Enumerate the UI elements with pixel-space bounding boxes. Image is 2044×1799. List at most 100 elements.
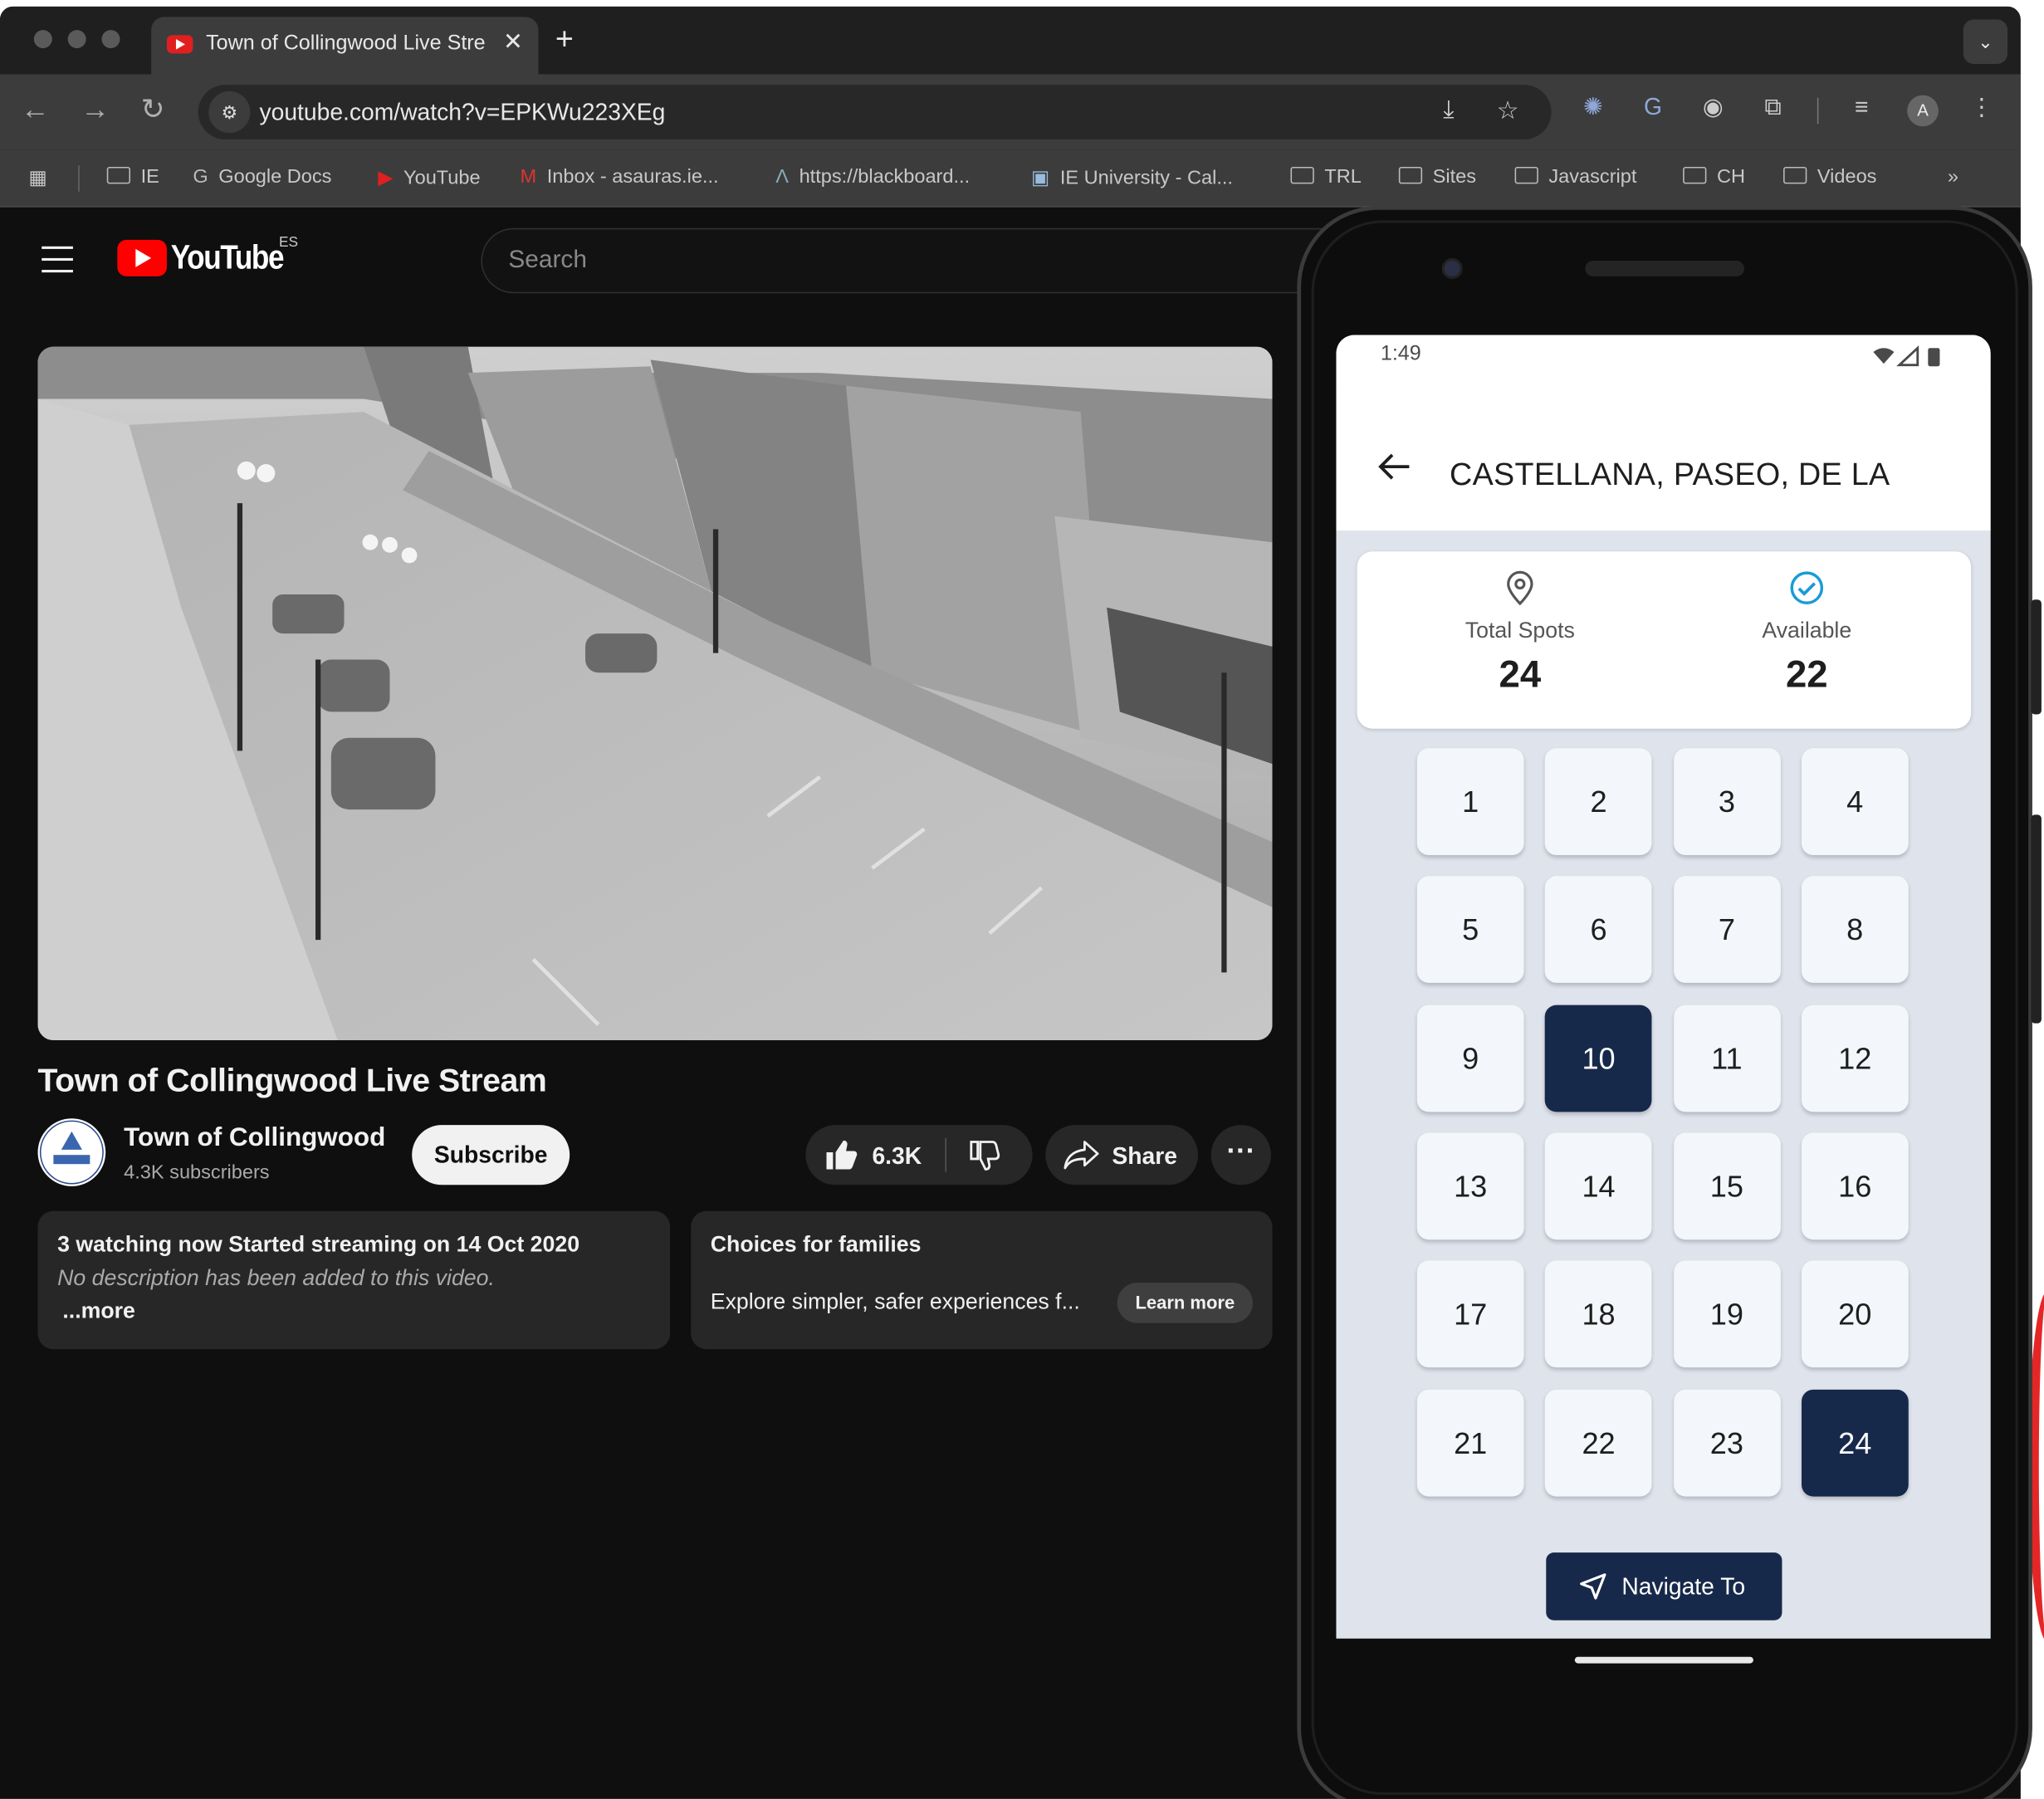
description-box[interactable]: 3 watching now Started streaming on 14 O… xyxy=(37,1210,671,1350)
bookmark-blackboard[interactable]: Λhttps://blackboard... xyxy=(775,165,970,188)
available-spots-stat: Available 22 xyxy=(1703,570,1911,697)
bookmark-videos[interactable]: Videos xyxy=(1783,165,1876,188)
more-actions-icon[interactable]: ··· xyxy=(1210,1125,1271,1185)
bookmarks-bar: ▦ IE G Google Docs ▶ YouTube M Inbox - asau… xyxy=(0,149,2021,208)
youtube-logo-text[interactable]: YouTube xyxy=(171,237,285,278)
parking-spot-7[interactable]: 7 xyxy=(1673,876,1781,984)
site-info-icon[interactable]: ⚙ xyxy=(208,90,251,134)
subscribe-button[interactable]: Subscribe xyxy=(412,1125,570,1185)
like-icon[interactable] xyxy=(824,1139,858,1171)
navigate-to-button[interactable]: Navigate To xyxy=(1546,1552,1782,1621)
close-window-button[interactable] xyxy=(33,30,52,49)
parking-spot-20[interactable]: 20 xyxy=(1801,1260,1909,1368)
parking-spot-8[interactable]: 8 xyxy=(1801,876,1909,984)
total-spots-stat: Total Spots 24 xyxy=(1416,570,1624,697)
extension-icon[interactable]: ✺ xyxy=(1577,94,1609,125)
parking-spot-12[interactable]: 12 xyxy=(1801,1004,1909,1112)
parking-spot-23[interactable]: 23 xyxy=(1673,1389,1781,1496)
youtube-icon xyxy=(166,35,193,54)
video-title: Town of Collingwood Live Stream xyxy=(37,1062,547,1099)
bookmark-youtube[interactable]: ▶ YouTube xyxy=(378,165,480,189)
parking-spot-5[interactable]: 5 xyxy=(1416,876,1524,984)
parking-spot-16[interactable]: 16 xyxy=(1801,1132,1909,1240)
parking-spot-6[interactable]: 6 xyxy=(1545,876,1652,984)
parking-spot-21[interactable]: 21 xyxy=(1416,1389,1524,1496)
learn-more-button[interactable]: Learn more xyxy=(1117,1283,1253,1323)
volume-button[interactable] xyxy=(2031,814,2042,1024)
search-input[interactable]: Search xyxy=(481,227,1420,294)
folder-icon xyxy=(1783,166,1807,184)
parking-spot-3[interactable]: 3 xyxy=(1673,748,1781,856)
browser-menu-icon[interactable]: ⋮ xyxy=(1966,94,1998,125)
bookmark-ch[interactable]: CH xyxy=(1683,165,1745,188)
url-text[interactable]: youtube.com/watch?v=EPKWu223XEg xyxy=(259,99,665,126)
folder-icon xyxy=(1514,166,1538,184)
parking-spot-19[interactable]: 19 xyxy=(1673,1260,1781,1368)
parking-spot-4[interactable]: 4 xyxy=(1801,748,1909,856)
parking-spot-24[interactable]: 24 xyxy=(1801,1389,1909,1496)
maximize-window-button[interactable] xyxy=(101,30,120,49)
stream-stats: 3 watching now Started streaming on 14 O… xyxy=(57,1231,580,1257)
home-indicator[interactable] xyxy=(1574,1656,1753,1664)
parking-spot-10[interactable]: 10 xyxy=(1545,1004,1652,1112)
menu-icon[interactable] xyxy=(42,246,73,281)
channel-avatar[interactable] xyxy=(37,1118,106,1186)
parking-spot-9[interactable]: 9 xyxy=(1416,1004,1524,1112)
back-arrow-icon[interactable] xyxy=(1378,452,1412,482)
parking-spot-2[interactable]: 2 xyxy=(1545,748,1652,856)
parking-spot-1[interactable]: 1 xyxy=(1416,748,1524,856)
profile-avatar[interactable]: A xyxy=(1907,95,1939,127)
media-queue-icon[interactable]: ≡ xyxy=(1846,94,1877,125)
parking-spot-22[interactable]: 22 xyxy=(1545,1389,1652,1496)
extension-icon[interactable]: ◉ xyxy=(1697,94,1729,125)
bookmark-google-docs[interactable]: G Google Docs xyxy=(193,165,331,188)
bookmark-javascript[interactable]: Javascript xyxy=(1514,165,1636,188)
power-button[interactable] xyxy=(2031,599,2042,715)
address-bar[interactable]: ⚙ youtube.com/watch?v=EPKWu223XEg ⤓ ☆ xyxy=(198,85,1552,140)
navigate-label: Navigate To xyxy=(1621,1573,1746,1600)
tab-bar: Town of Collingwood Live Stream ✕ + ⌄ xyxy=(0,6,2021,75)
bookmark-star-icon[interactable]: ☆ xyxy=(1497,96,1519,126)
folder-icon xyxy=(1683,166,1707,184)
youtube-icon: ▶ xyxy=(378,166,394,189)
bookmark-inbox[interactable]: M Inbox - asauras.ie... xyxy=(521,165,719,188)
browser-tab[interactable]: Town of Collingwood Live Stream ✕ xyxy=(151,17,539,75)
bookmark-ie-university[interactable]: ▣ IE University - Cal... xyxy=(1031,165,1233,189)
bookmark-trl[interactable]: TRL xyxy=(1290,165,1362,188)
parking-spot-11[interactable]: 11 xyxy=(1673,1004,1781,1112)
close-tab-icon[interactable]: ✕ xyxy=(503,29,523,56)
back-icon[interactable]: ← xyxy=(21,92,50,126)
browser-toolbar: ← → ↻ ⚙ youtube.com/watch?v=EPKWu223XEg … xyxy=(0,74,2021,150)
parking-spot-17[interactable]: 17 xyxy=(1416,1260,1524,1368)
toolbar-divider xyxy=(1817,97,1819,125)
minimize-window-button[interactable] xyxy=(67,30,86,49)
folder-icon xyxy=(1398,166,1423,184)
parking-spot-15[interactable]: 15 xyxy=(1673,1132,1781,1240)
install-app-icon[interactable]: ⤓ xyxy=(1443,96,1454,125)
reload-icon[interactable]: ↻ xyxy=(141,92,165,126)
video-player[interactable] xyxy=(37,346,1273,1041)
youtube-logo-icon[interactable] xyxy=(117,239,167,276)
bookmark-ie[interactable]: IE xyxy=(106,165,159,188)
channel-name[interactable]: Town of Collingwood xyxy=(124,1124,385,1154)
forward-icon[interactable]: → xyxy=(81,92,110,126)
bookmark-sites[interactable]: Sites xyxy=(1398,165,1476,188)
folder-icon xyxy=(106,166,131,184)
more-bookmarks-icon[interactable]: » xyxy=(1948,165,1958,188)
share-button[interactable]: Share xyxy=(1045,1125,1199,1185)
dislike-icon[interactable] xyxy=(967,1139,1001,1171)
translate-extension-icon[interactable]: G xyxy=(1637,94,1669,125)
parking-spot-13[interactable]: 13 xyxy=(1416,1132,1524,1240)
puzzle-extensions-icon[interactable]: ⧉ xyxy=(1758,94,1789,125)
new-tab-button[interactable]: + xyxy=(555,22,574,59)
apps-grid-icon[interactable]: ▦ xyxy=(29,165,47,189)
show-more-link[interactable]: ...more xyxy=(62,1298,135,1324)
parking-spot-14[interactable]: 14 xyxy=(1545,1132,1652,1240)
promo-subtitle: Explore simpler, safer experiences f... xyxy=(710,1288,1080,1314)
like-count[interactable]: 6.3K xyxy=(872,1143,922,1171)
parking-spot-18[interactable]: 18 xyxy=(1545,1260,1652,1368)
parking-app-screen: 1:49 CASTELLANA, PASEO, DE LA Total Spot… xyxy=(1336,335,1991,1639)
total-spots-label: Total Spots xyxy=(1465,618,1575,643)
tab-search-button[interactable]: ⌄ xyxy=(1963,19,2008,64)
bookmark-divider xyxy=(78,165,80,192)
